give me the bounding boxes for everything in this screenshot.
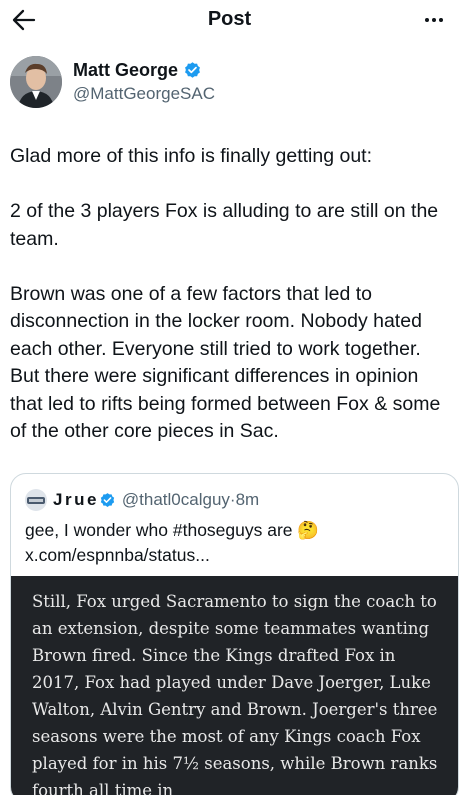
verified-badge-icon (100, 492, 115, 507)
quoted-post-header: Jrue @thatl0calguy · 8m (25, 488, 259, 512)
post-paragraph: Glad more of this info is finally gettin… (10, 145, 373, 167)
avatar[interactable] (10, 56, 62, 108)
quoted-author-handle: @thatl0calguy (121, 490, 230, 509)
page-title: Post (207, 8, 252, 30)
author-handle[interactable]: @MattGeorgeSAC (73, 84, 215, 104)
quoted-post[interactable]: Jrue @thatl0calguy · 8m gee, I wonder wh… (10, 473, 459, 795)
quoted-avatar-image (25, 489, 47, 511)
post-author: Matt George @MattGeorgeSAC (10, 56, 450, 112)
post-paragraph: Brown was one of a few factors that led … (10, 282, 441, 443)
quoted-post-text: gee, I wonder who #thoseguys are 🤔 x.com… (25, 520, 320, 565)
quoted-media-text: Still, Fox urged Sacramento to sign the … (32, 592, 438, 795)
author-name[interactable]: Matt George (73, 60, 178, 81)
more-dot (439, 18, 443, 22)
author-name-row: Matt George (73, 60, 202, 81)
more-options-button[interactable] (419, 8, 449, 32)
post-paragraph: 2 of the 3 players Fox is alluding to ar… (10, 200, 439, 250)
verified-badge-icon (185, 62, 200, 78)
more-dot (432, 18, 436, 22)
quoted-author-name: Jrue (53, 490, 99, 509)
post-body: Glad more of this info is finally gettin… (10, 143, 455, 446)
quoted-timestamp: 8m (235, 490, 260, 509)
more-horizontal-icon (425, 18, 429, 22)
top-bar: Post (0, 0, 459, 40)
quoted-avatar (25, 489, 47, 511)
quoted-media-image[interactable]: Still, Fox urged Sacramento to sign the … (11, 576, 458, 795)
avatar-image (10, 56, 62, 108)
